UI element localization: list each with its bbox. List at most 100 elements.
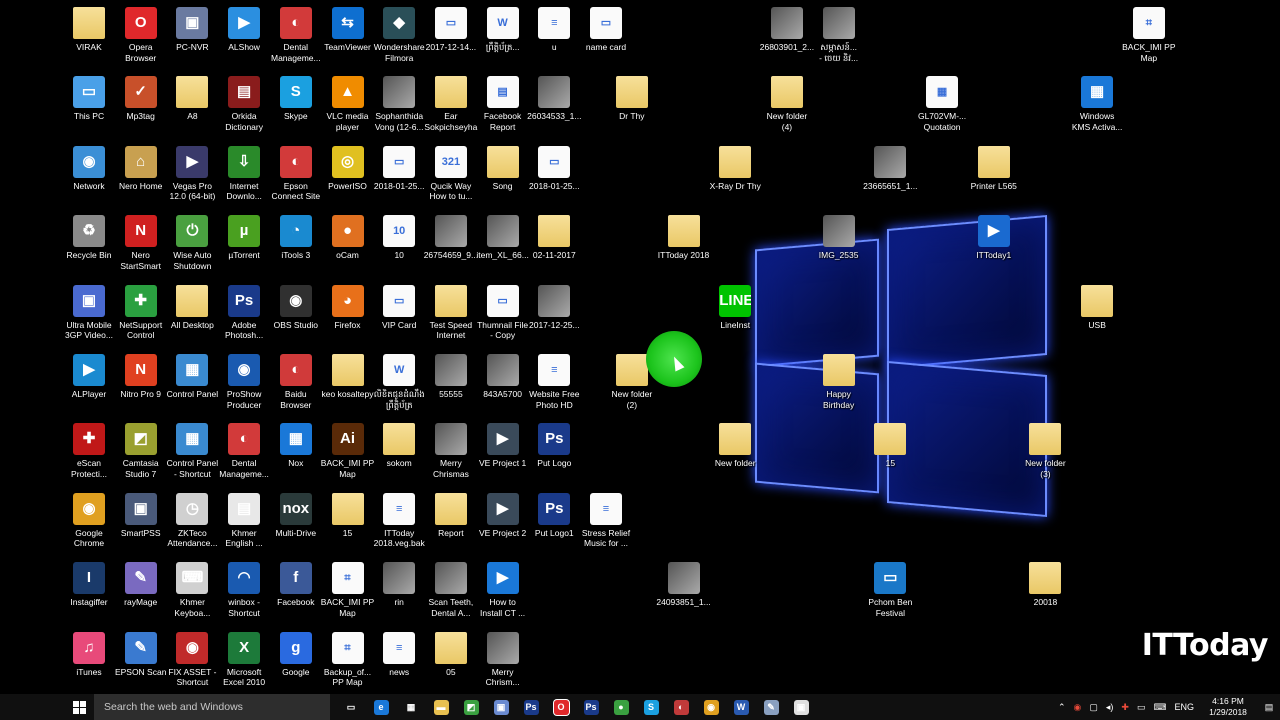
photoshop-icon: Ps [228,284,261,317]
video-thumb-icon [822,7,855,39]
desktop-icon[interactable]: 2017-12-25... [521,280,587,348]
folder-icon [486,145,519,178]
user-folder-icon [73,7,105,39]
desktop-icon[interactable]: 24093851_1... [651,557,717,625]
folder-icon [1029,423,1062,456]
desktop-icon[interactable]: X-Ray Dr Thy [702,141,768,209]
desktop-icon[interactable]: Dr Thy [599,71,665,139]
antivirus-tray-icon[interactable]: ✚ [1121,702,1129,713]
desktop-icon[interactable]: ▶ ITToday1 [961,210,1027,278]
dental-icon: ◐ [228,423,261,456]
clock[interactable]: 4:16 PM 1/29/2018 [1198,696,1258,718]
taskbar-button[interactable]: ▭ [336,694,366,720]
desktop-icon[interactable]: ▭ name card [573,2,639,70]
show-hidden-icons-chevron-icon[interactable]: ⌃ [1058,702,1066,713]
folder-icon [977,145,1010,178]
taskbar-button[interactable]: ◩ [456,694,486,720]
skype-icon: S [279,76,312,109]
itunes-icon: ♫ [73,631,105,664]
desktop-icon[interactable]: ≡ Website Free Photo HD [521,349,587,417]
taskbar-button[interactable]: ✎ [756,694,786,720]
desktop-icon[interactable]: New folder (3) [1012,418,1078,486]
clock-time: 4:16 PM [1212,696,1244,706]
desktop-icon[interactable]: USB [1064,280,1130,348]
action-center-icon[interactable]: ▤ [1258,694,1280,720]
nox-icon: ▦ [279,423,312,456]
firefox-icon: ◕ [331,284,364,317]
taskbar-button[interactable]: Ps [576,694,606,720]
start-button[interactable] [64,694,94,720]
taskbar-search-input[interactable]: Search the web and Windows [94,694,330,720]
desktop-icon[interactable]: ≡ Stress Relief Music for ... [573,488,639,556]
facebook-icon: f [279,562,312,595]
desktop-icon[interactable]: សម្ភាសន៍... - ចេយ និវ... [806,2,872,70]
illustrator-icon: Ai [331,423,364,456]
desktop-icon[interactable]: ITToday 2018 [651,210,717,278]
desktop-icon[interactable]: 23665651_1... [857,141,923,209]
desktop[interactable]: VIRAK O Opera Browser ▣ PC-NVR ▶ ALShow ◐ Dental… [0,0,1280,694]
desktop-icon-label: 2017-12-25... [529,319,580,330]
baidu-icon: ◐ [279,354,312,386]
camtasia-recorder-icon: ● [613,699,629,715]
desktop-icon-label: Merry Chrism... [485,666,520,688]
desktop-icon[interactable]: ▦ Windows KMS Activa... [1064,71,1130,139]
xray-image-icon [383,76,416,109]
ocam-icon: ● [331,215,364,248]
taskbar-button[interactable]: ▣ [786,694,816,720]
desktop-icon[interactable]: IMG_2535 [806,210,872,278]
nox-multidrive-icon: nox [279,492,312,525]
desktop-icon[interactable]: 20018 [1012,557,1078,625]
camtasia-icon: ◩ [124,423,157,456]
desktop-icon-label: GL702VM-... Quotation [917,111,967,132]
desktop-icon[interactable]: 26034533_1... [521,71,587,139]
mp3tag-icon: ✓ [124,76,157,109]
desktop-icon[interactable]: ▦ GL702VM-... Quotation [909,71,975,139]
desktop-icon[interactable]: Merry Chrism... [470,627,536,694]
taskbar-button[interactable]: ● [606,694,636,720]
photo-icon [538,284,571,317]
desktop-icon[interactable]: ⌗ BACK_IMI PP Map [1116,2,1182,70]
desktop-icon[interactable]: 15 [857,418,923,486]
pdf-icon: ▤ [486,76,519,109]
taskbar-button[interactable]: S [636,694,666,720]
map-file-icon: ⌗ [331,562,364,595]
taskbar-button[interactable]: ▬ [426,694,456,720]
taskbar-button[interactable]: Ps [516,694,546,720]
taskbar-button[interactable]: ▣ [486,694,516,720]
zkteco-icon: ◷ [176,492,209,525]
image-file-icon [383,562,416,595]
dictionary-icon: ▤ [228,492,261,525]
taskbar-button[interactable]: ▦ [396,694,426,720]
image-file-icon: ▭ [434,7,467,39]
taskbar-button[interactable]: ◉ [696,694,726,720]
tray-app-icon[interactable]: ◉ [1074,702,1082,713]
network-tray-icon[interactable]: ▢ [1089,702,1098,713]
desktop-icon[interactable]: Printer L565 [961,141,1027,209]
desktop-icon-label: Put Logo [537,458,572,469]
desktop-icon[interactable]: ▭ Pchom Ben Festival [857,557,923,625]
teamviewer-icon: ⇆ [331,7,364,39]
desktop-icon[interactable]: ▭ 2018-01-25... [521,141,587,209]
taskbar-button[interactable]: ◐ [666,694,696,720]
desktop-icon[interactable]: LINE LineInst [702,280,768,348]
desktop-icon[interactable]: 02-11-2017 [521,210,587,278]
desktop-icon[interactable]: Happy Birthday [806,349,872,417]
desktop-icon[interactable]: New folder (4) [754,71,820,139]
desktop-icon[interactable]: Ps Put Logo [521,418,587,486]
text-file-icon: ≡ [538,7,571,39]
keyboard-tray-icon[interactable]: ⌨ [1153,702,1166,713]
desktop-icon-label: 15 [885,458,896,469]
system-tray: ⌃ ◉ ▢ ◂) ✚ ▭ ⌨ ENG 4:16 PM 1/29/2018 ▤ [1054,694,1280,720]
desktop-icon[interactable]: ▶ How to Install CT ... [470,557,536,625]
control-panel-icon: ▦ [176,423,209,456]
desktop-icon-label: LineInst [720,319,751,330]
taskbar-button[interactable]: O [546,694,576,720]
language-indicator[interactable]: ENG [1174,702,1194,712]
volume-icon[interactable]: ◂) [1106,702,1114,713]
map-file-icon: ⌗ [1132,7,1165,39]
desktop-icon[interactable]: New folder [702,418,768,486]
taskbar-button[interactable]: W [726,694,756,720]
taskbar-button[interactable]: e [366,694,396,720]
usb-tray-icon[interactable]: ▭ [1137,702,1146,713]
image-file-icon: ▭ [874,562,907,595]
